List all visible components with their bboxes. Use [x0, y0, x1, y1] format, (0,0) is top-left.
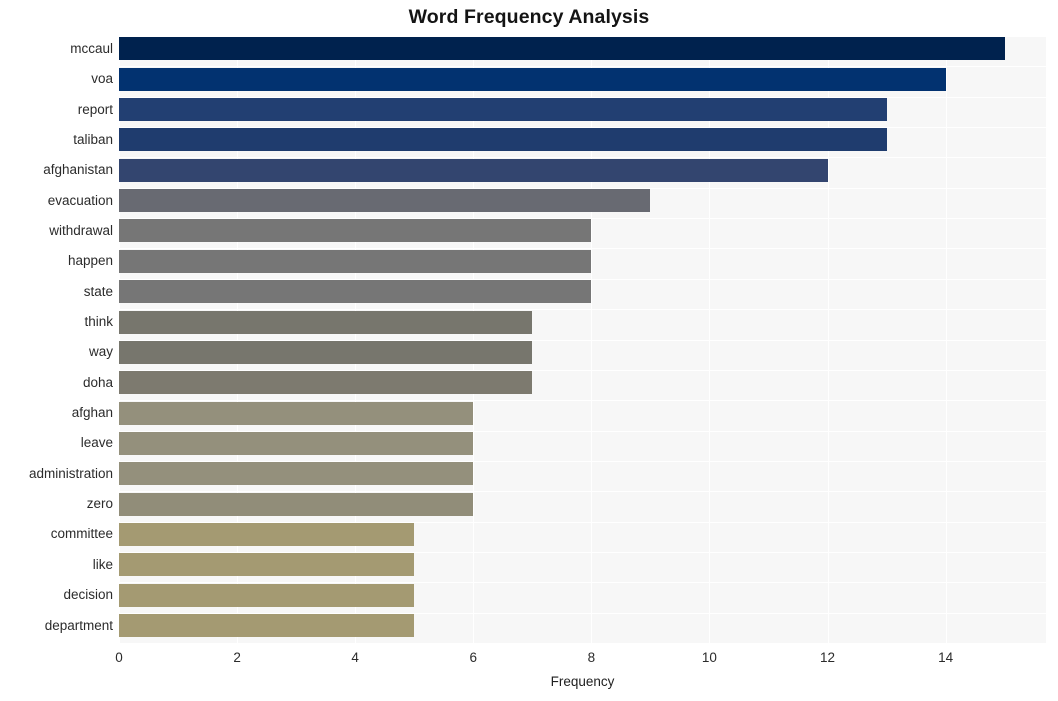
y-axis-tick-label: voa	[91, 71, 113, 87]
y-axis-tick-label: department	[44, 617, 113, 633]
x-axis-tick-label: 12	[820, 650, 836, 665]
bar[interactable]	[119, 37, 1005, 61]
y-axis-tick-label: committee	[50, 526, 113, 542]
x-axis-tick-label: 8	[587, 650, 596, 665]
x-axis-title: Frequency	[550, 674, 615, 689]
bar[interactable]	[119, 219, 592, 243]
y-axis-tick-label: zero	[86, 496, 113, 512]
bar[interactable]	[119, 371, 533, 395]
x-axis-tick-label: 2	[233, 650, 241, 665]
y-axis-tick-labels: mccaul voa report taliban afghanistan evacuat…	[0, 36, 113, 643]
bar[interactable]	[119, 522, 415, 546]
bar[interactable]	[119, 98, 887, 122]
x-axis-tick-label: 10	[701, 650, 717, 665]
y-axis-tick-label: afghan	[71, 405, 113, 421]
x-axis-tick-label: 0	[115, 650, 123, 665]
plot-area	[119, 36, 1046, 643]
bar[interactable]	[119, 128, 887, 152]
y-axis-tick-label: doha	[82, 374, 113, 390]
y-axis-tick-label: taliban	[73, 131, 113, 147]
y-axis-tick-label: think	[84, 314, 113, 330]
x-axis-tick-labels: 0 2 4 6 8 10 12 14	[0, 650, 1058, 670]
bar[interactable]	[119, 462, 474, 486]
page-title: Word Frequency Analysis	[408, 6, 650, 28]
y-axis-tick-label: mccaul	[70, 40, 113, 56]
bar[interactable]	[119, 583, 415, 607]
y-axis-tick-label: administration	[28, 465, 113, 481]
y-axis-tick-label: withdrawal	[49, 222, 113, 238]
x-axis-tick-label: 6	[469, 650, 478, 665]
y-axis-tick-label: afghanistan	[43, 162, 113, 178]
x-axis-tick-label: 4	[351, 650, 359, 665]
bar[interactable]	[119, 280, 592, 304]
y-axis-tick-label: report	[77, 101, 113, 117]
bar[interactable]	[119, 492, 474, 516]
x-axis-tick-label: 14	[938, 650, 954, 665]
bar[interactable]	[119, 67, 946, 91]
bar[interactable]	[119, 340, 533, 364]
bar[interactable]	[119, 401, 474, 425]
bar[interactable]	[119, 553, 415, 577]
bar[interactable]	[119, 249, 592, 273]
y-axis-tick-label: happen	[67, 253, 113, 269]
bar[interactable]	[119, 431, 474, 455]
y-axis-tick-label: state	[83, 283, 113, 299]
bar[interactable]	[119, 158, 828, 182]
word-frequency-chart: Word Frequency Analysis mccaul voa report t…	[0, 0, 1058, 701]
bar[interactable]	[119, 310, 533, 334]
y-axis-tick-label: decision	[63, 587, 113, 603]
y-axis-tick-label: evacuation	[47, 192, 113, 208]
bar[interactable]	[119, 614, 415, 638]
y-axis-tick-label: leave	[80, 435, 113, 451]
y-axis-tick-label: way	[88, 344, 113, 360]
y-axis-tick-label: like	[92, 556, 113, 572]
bar[interactable]	[119, 189, 651, 213]
